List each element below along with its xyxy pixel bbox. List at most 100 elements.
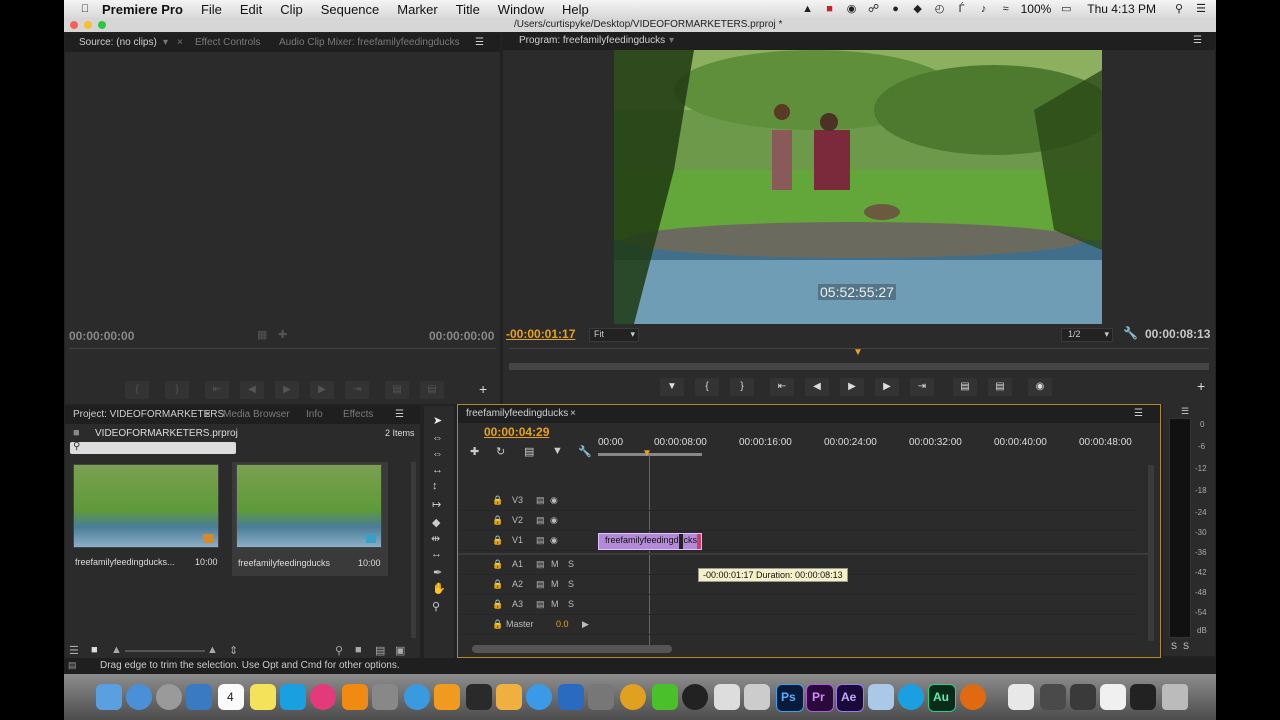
track-select-tool-icon[interactable]: ⇔ (432, 432, 443, 444)
tab-info[interactable]: Info (306, 409, 323, 420)
stack-icon-5[interactable] (1130, 684, 1156, 710)
spotlight-search-icon[interactable]: ⚲ (1172, 3, 1186, 15)
status-icon-3[interactable]: ◉ (845, 3, 859, 15)
finder-icon[interactable] (96, 684, 122, 710)
project-scrollbar[interactable] (411, 462, 416, 638)
trash-dock-icon[interactable] (1162, 684, 1188, 710)
source-timecode-left[interactable]: 00:00:00:00 (69, 329, 134, 343)
eye-icon[interactable]: ◉ (550, 535, 558, 546)
program-dropdown-icon[interactable]: ▾ (669, 35, 674, 46)
rocket-icon[interactable] (156, 684, 182, 710)
new-bin-icon[interactable]: ■ (355, 644, 362, 656)
stack-icon-2[interactable] (1040, 684, 1066, 710)
skitch-icon[interactable] (714, 684, 740, 710)
notification-list-icon[interactable]: ☰ (1194, 3, 1208, 15)
clock-app-icon[interactable] (682, 684, 708, 710)
track-label[interactable]: V2 (512, 515, 523, 525)
step-forward-button[interactable]: ▶ (875, 378, 899, 396)
record-icon[interactable]: ■ (823, 3, 837, 15)
timeline-ruler[interactable]: 00:00 00:00:08:00 00:00:16:00 00:00:24:0… (596, 437, 1148, 459)
program-playhead-marker-icon[interactable]: ▼ (853, 347, 863, 358)
source-step-back-button[interactable]: ◀ (240, 381, 264, 399)
lock-icon[interactable]: 🔒 (492, 515, 503, 526)
dropbox-icon[interactable]: ◆ (911, 3, 925, 15)
track-master[interactable]: 🔒 Master 0.0 ▶ (458, 615, 1138, 635)
trash-icon[interactable]: ▣ (395, 644, 405, 657)
lock-icon[interactable]: 🔒 (492, 619, 503, 630)
fit-dropdown[interactable]: Fit ▾ (589, 328, 639, 342)
mute-button[interactable]: M (551, 559, 559, 569)
export-frame-icon[interactable]: ✚ (278, 328, 287, 341)
skype-icon[interactable] (898, 684, 924, 710)
timeline-h-scrollbar[interactable] (472, 645, 672, 653)
solo-button[interactable]: S (568, 579, 574, 589)
eye-icon[interactable]: ◉ (550, 515, 558, 526)
meter-solo-left[interactable]: S (1171, 641, 1177, 651)
track-label[interactable]: A2 (512, 579, 523, 589)
go-to-out-button[interactable]: ⇥ (910, 378, 934, 396)
source-insert-button[interactable]: ▤ (385, 381, 409, 399)
tab-effect-controls[interactable]: Effect Controls (195, 37, 260, 48)
toggle-output-icon[interactable]: ▤ (536, 599, 545, 610)
find-icon[interactable]: ⚲ (335, 644, 343, 657)
ripple-edit-tool-icon[interactable]: ⇔ (432, 448, 443, 460)
menu-edit[interactable]: Edit (240, 2, 262, 17)
pen-tool-icon[interactable]: ✒ (433, 566, 442, 579)
timeline-playhead-timecode[interactable]: 00:00:04:29 (484, 425, 549, 439)
rss-icon[interactable] (466, 684, 492, 710)
play-button[interactable]: ▶ (840, 378, 864, 396)
program-panel-menu-icon[interactable]: ☰ (1193, 35, 1202, 46)
track-a3[interactable]: 🔒 A3 ▤ M S (458, 595, 1138, 615)
app-menu[interactable]: Premiere Pro (102, 2, 183, 17)
track-v3[interactable]: 🔒 V3 ▤ ◉ (458, 491, 1138, 511)
solo-button[interactable]: S (568, 599, 574, 609)
trim-handle[interactable] (679, 534, 683, 549)
wrench-icon[interactable]: 🔧 (1123, 326, 1138, 340)
toggle-output-icon[interactable]: ▤ (536, 515, 545, 526)
calendar-icon[interactable]: 4 (218, 684, 244, 710)
stickies-icon[interactable] (250, 684, 276, 710)
thumbnail-zoom-slider[interactable] (125, 650, 205, 652)
slide-tool-icon[interactable]: ↔ (431, 548, 442, 560)
source-mark-out-button[interactable]: } (165, 381, 189, 399)
step-back-button[interactable]: ◀ (805, 378, 829, 396)
menu-marker[interactable]: Marker (397, 2, 437, 17)
bluetooth-icon[interactable]: Ѓ (955, 3, 969, 15)
lock-icon[interactable]: 🔒 (492, 559, 503, 570)
close-window-button[interactable] (70, 21, 78, 29)
program-add-button-icon[interactable]: + (1197, 378, 1205, 394)
preview-icon[interactable] (186, 684, 212, 710)
icon-view-icon[interactable]: ■ (91, 644, 98, 656)
firefox-icon[interactable] (960, 684, 986, 710)
camtasia-icon[interactable] (652, 684, 678, 710)
meter-menu-icon[interactable]: ☰ (1181, 406, 1189, 417)
timeline-v-scrollbar[interactable] (1148, 465, 1154, 641)
zoom-tool-icon[interactable]: ⚲ (432, 600, 440, 613)
snap-icon[interactable]: ✚ (470, 445, 479, 458)
go-to-in-button[interactable]: ⇤ (770, 378, 794, 396)
project-tab-close-icon[interactable]: × (205, 409, 211, 420)
mute-button[interactable]: M (551, 579, 559, 589)
menu-sequence[interactable]: Sequence (321, 2, 380, 17)
app-store-icon[interactable] (526, 684, 552, 710)
list-view-icon[interactable]: ☰ (69, 644, 79, 657)
clock[interactable]: Thu 4:13 PM (1087, 2, 1156, 16)
chrome-icon[interactable] (620, 684, 646, 710)
vlc-icon[interactable] (342, 684, 368, 710)
after-effects-icon[interactable]: Ae (836, 684, 864, 712)
selection-tool-icon[interactable]: ➤ (433, 414, 442, 427)
project-panel-menu-icon[interactable]: ☰ (395, 409, 404, 420)
premiere-icon[interactable]: Pr (806, 684, 834, 712)
sequence-tab-close-icon[interactable]: × (570, 408, 576, 419)
stack-icon-1[interactable] (1008, 684, 1034, 710)
sort-icon[interactable]: ⇕ (229, 644, 238, 657)
minimize-window-button[interactable] (84, 21, 92, 29)
tab-close-icon[interactable]: × (177, 37, 183, 48)
track-forward-tool-icon[interactable]: ↦ (432, 498, 441, 511)
mute-button[interactable]: M (551, 599, 559, 609)
status-icon-5[interactable]: ● (889, 3, 903, 15)
lift-button[interactable]: ▤ (953, 378, 977, 396)
project-search-input[interactable]: ⚲ (70, 441, 236, 454)
timeline-panel-menu-icon[interactable]: ☰ (1134, 408, 1143, 419)
battery-icon[interactable]: ▭ (1059, 3, 1073, 15)
